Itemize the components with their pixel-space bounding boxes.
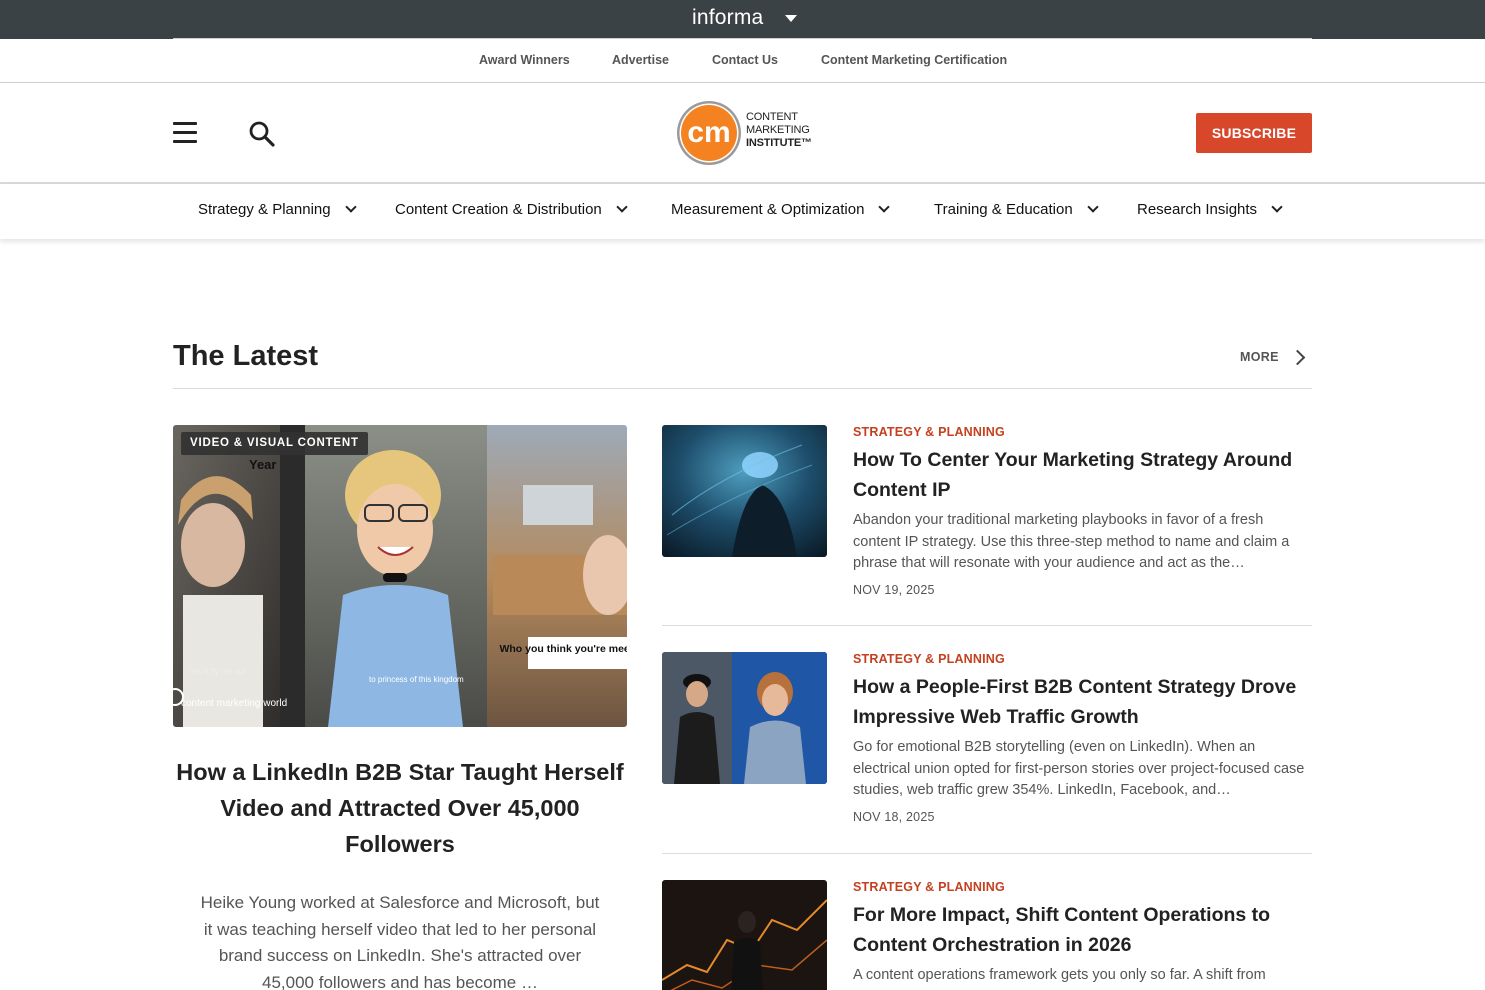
- feature-image[interactable]: Who you think you're meeting wit Year Yo…: [173, 425, 627, 727]
- nav-label: Content Creation & Distribution: [395, 201, 602, 218]
- article-date: NOV 18, 2025: [853, 810, 935, 824]
- image-caption: Year: [249, 457, 276, 472]
- article-category[interactable]: STRATEGY & PLANNING: [853, 425, 1005, 439]
- main-nav: Strategy & Planning Content Creation & D…: [0, 184, 1485, 239]
- cmi-logo[interactable]: cm CONTENT MARKETING INSTITUTE™: [675, 99, 815, 167]
- image-caption: content marketing world: [181, 698, 287, 709]
- logo-line-1: CONTENT: [746, 111, 798, 123]
- nav-label: Research Insights: [1137, 201, 1258, 218]
- logo-line-2: MARKETING: [746, 124, 810, 136]
- image-caption: Who you think you're meeting wit: [499, 643, 627, 655]
- section-title: The Latest: [173, 340, 319, 372]
- caret-down-icon[interactable]: [785, 15, 797, 22]
- article-thumbnail[interactable]: [662, 425, 827, 557]
- logo-mark-text: cm: [687, 116, 730, 149]
- image-caption: to princess of this kingdom: [369, 675, 464, 684]
- nav-measurement[interactable]: Measurement & Optimization: [671, 201, 891, 218]
- article-title[interactable]: For More Impact, Shift Content Operation…: [853, 900, 1312, 960]
- article-title[interactable]: How To Center Your Marketing Strategy Ar…: [853, 445, 1312, 505]
- chevron-down-icon: [1087, 201, 1099, 213]
- divider: [662, 625, 1312, 626]
- feature-description: Heike Young worked at Salesforce and Mic…: [200, 893, 600, 990]
- category-badge[interactable]: VIDEO & VISUAL CONTENT: [181, 432, 368, 455]
- nav-content-creation[interactable]: Content Creation & Distribution: [395, 201, 628, 218]
- search-icon[interactable]: [247, 119, 277, 149]
- chevron-right-icon[interactable]: [1289, 349, 1306, 366]
- site-header: cm CONTENT MARKETING INSTITUTE™ SUBSCRIB…: [0, 83, 1485, 184]
- article-date: NOV 19, 2025: [853, 583, 935, 597]
- nav-label: Measurement & Optimization: [671, 201, 865, 218]
- chevron-down-icon: [616, 201, 628, 213]
- nav-label: Training & Education: [934, 201, 1073, 218]
- divider: [173, 388, 1312, 389]
- link-award-winners[interactable]: Award Winners: [479, 53, 570, 67]
- logo-text: CONTENT MARKETING INSTITUTE™: [746, 111, 812, 150]
- article-category[interactable]: STRATEGY & PLANNING: [853, 880, 1005, 894]
- cm-logo-mark: cm: [677, 101, 741, 165]
- feature-title[interactable]: How a LinkedIn B2B Star Taught Herself V…: [173, 754, 627, 862]
- divider: [662, 853, 1312, 854]
- logo-line-3: INSTITUTE™: [746, 137, 812, 149]
- chevron-down-icon: [1271, 201, 1283, 213]
- more-link[interactable]: MORE: [1240, 350, 1279, 364]
- informa-brand[interactable]: informa: [692, 6, 763, 30]
- article-thumbnail[interactable]: [662, 652, 827, 784]
- article-thumbnail[interactable]: [662, 880, 827, 990]
- article-card: STRATEGY & PLANNING For More Impact, Shi…: [662, 880, 1312, 990]
- article-description: A content operations framework gets you …: [853, 967, 1266, 983]
- article-title[interactable]: How a People-First B2B Content Strategy …: [853, 672, 1312, 732]
- informa-bar: informa: [0, 0, 1485, 39]
- nav-research[interactable]: Research Insights: [1137, 201, 1283, 218]
- subscribe-button[interactable]: SUBSCRIBE: [1196, 113, 1312, 153]
- article-card: STRATEGY & PLANNING How a People-First B…: [662, 652, 1312, 832]
- link-certification[interactable]: Content Marketing Certification: [821, 53, 1007, 67]
- nav-label: Strategy & Planning: [198, 201, 331, 218]
- image-caption: You'll fly me out: [190, 667, 246, 676]
- link-advertise[interactable]: Advertise: [612, 53, 669, 67]
- chevron-down-icon: [344, 201, 357, 213]
- article-category[interactable]: STRATEGY & PLANNING: [853, 652, 1005, 666]
- article-description: Go for emotional B2B storytelling (even …: [853, 739, 1305, 798]
- article-description: Abandon your traditional marketing playb…: [853, 512, 1290, 571]
- chevron-down-icon: [878, 201, 891, 213]
- nav-training[interactable]: Training & Education: [934, 201, 1099, 218]
- hamburger-icon[interactable]: [173, 122, 198, 144]
- link-contact-us[interactable]: Contact Us: [712, 53, 778, 67]
- article-card: STRATEGY & PLANNING How To Center Your M…: [662, 425, 1312, 605]
- nav-strategy-planning[interactable]: Strategy & Planning: [198, 201, 357, 218]
- utility-links: Award Winners Advertise Contact Us Conte…: [0, 39, 1485, 83]
